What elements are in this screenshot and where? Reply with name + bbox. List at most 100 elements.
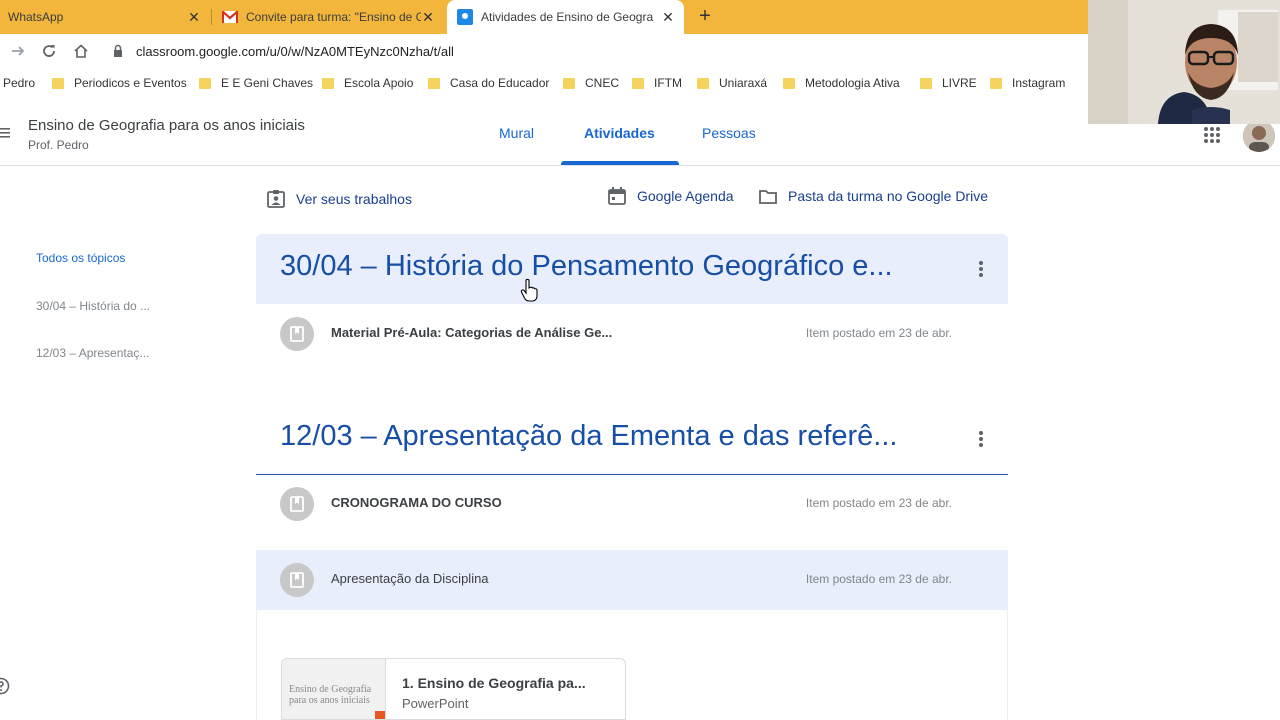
tab-title: WhatsApp	[8, 10, 64, 24]
bookmark-item[interactable]: Instagram	[990, 76, 1065, 90]
list-item-expanded[interactable]: Apresentação da Disciplina Item postado …	[256, 550, 1008, 610]
address-bar[interactable]: classroom.google.com/u/0/w/NzA0MTEyNzc0N…	[110, 38, 454, 64]
tab-gmail-invite[interactable]: Convite para turma: "Ensino de G ✕	[212, 0, 444, 34]
gmail-icon	[221, 10, 239, 23]
bookmark-label: IFTM	[654, 76, 682, 90]
drive-folder-label: Pasta da turma no Google Drive	[788, 188, 988, 204]
close-icon[interactable]: ✕	[186, 9, 202, 25]
lock-icon	[110, 43, 126, 59]
topic-title[interactable]: 12/03 – Apresentação da Ementa e das ref…	[280, 420, 897, 453]
thumbnail-text: Ensino de Geografia para os anos iniciai…	[289, 684, 372, 706]
item-title: Apresentação da Disciplina	[331, 571, 489, 586]
attachment-title: 1. Ensino de Geografia pa...	[402, 675, 586, 691]
bookmark-item[interactable]: CNEC	[563, 76, 619, 90]
class-title[interactable]: Ensino de Geografia para os anos iniciai…	[28, 117, 305, 134]
close-icon[interactable]: ✕	[420, 9, 436, 25]
bookmark-item[interactable]: LIVRE	[920, 76, 977, 90]
bookmark-label: Periodicos e Eventos	[74, 76, 187, 90]
item-date: Item postado em 23 de abr.	[805, 572, 952, 586]
material-icon	[280, 487, 314, 521]
bookmark-item[interactable]: Metodologia Ativa	[783, 76, 900, 90]
topic-header[interactable]: 30/04 – História do Pensamento Geográfic…	[256, 234, 1008, 304]
bookmark-item[interactable]: Uniaraxá	[697, 76, 767, 90]
google-calendar-label: Google Agenda	[637, 188, 734, 204]
apps-grid-icon[interactable]	[1203, 126, 1221, 144]
attachment-thumbnail: Ensino de Geografia para os anos iniciai…	[282, 659, 386, 719]
folder-outline-icon	[759, 190, 777, 204]
assignment-person-icon	[267, 190, 285, 208]
tab-classroom-activities[interactable]: Atividades de Ensino de Geografi ✕	[447, 0, 684, 34]
bookmark-item[interactable]: Casa do Educador	[428, 76, 549, 90]
folder-icon	[783, 77, 795, 89]
view-your-work-label: Ver seus trabalhos	[296, 191, 412, 207]
browser-tab-bar: WhatsApp ✕ Convite para turma: "Ensino d…	[0, 0, 1088, 34]
bookmark-label: Pedro	[3, 76, 36, 90]
folder-icon	[990, 77, 1002, 89]
tab-pessoas[interactable]: Pessoas	[702, 125, 756, 141]
list-item[interactable]: Material Pré-Aula: Categorias de Análise…	[256, 304, 1008, 364]
tab-atividades[interactable]: Atividades	[584, 125, 655, 141]
bookmark-item[interactable]: IFTM	[632, 76, 682, 90]
sidebar-item-topic-1203[interactable]: 12/03 – Apresentaç...	[36, 346, 149, 360]
topic-header[interactable]: 12/03 – Apresentação da Ementa e das ref…	[256, 404, 1008, 474]
bookmark-item[interactable]: Escola Apoio	[322, 76, 413, 90]
folder-icon	[52, 77, 64, 89]
material-icon	[280, 317, 314, 351]
list-item[interactable]: CRONOGRAMA DO CURSO Item postado em 23 d…	[256, 474, 1008, 534]
bookmark-label: Uniaraxá	[719, 76, 768, 90]
url-text: classroom.google.com/u/0/w/NzA0MTEyNzc0N…	[136, 43, 454, 59]
folder-icon	[322, 77, 334, 89]
item-date: Item postado em 23 de abr.	[805, 496, 952, 510]
attachment-type: PowerPoint	[402, 696, 469, 711]
google-calendar-link[interactable]: Google Agenda	[607, 186, 734, 206]
home-icon	[74, 44, 88, 58]
arrow-right-icon	[12, 46, 25, 56]
folder-icon	[428, 77, 440, 89]
hand-cursor-icon	[520, 278, 538, 302]
bookmarks-bar: Pedro Periodicos e Eventos E E Geni Chav…	[0, 68, 1088, 98]
folder-icon	[920, 77, 932, 89]
back-button[interactable]	[8, 41, 28, 61]
avatar[interactable]	[1243, 120, 1275, 152]
bookmark-item[interactable]: E E Geni Chaves	[199, 76, 313, 90]
tab-whatsapp[interactable]: WhatsApp ✕	[0, 0, 210, 34]
classroom-icon	[457, 9, 473, 25]
folder-icon	[632, 77, 644, 89]
close-icon[interactable]: ✕	[660, 9, 676, 25]
bookmark-label: Escola Apoio	[344, 76, 414, 90]
bookmark-item[interactable]: Pedro	[3, 76, 35, 90]
attachment-card[interactable]: Ensino de Geografia para os anos iniciai…	[281, 658, 626, 720]
webcam-video	[1088, 0, 1280, 124]
new-tab-button[interactable]: +	[695, 6, 715, 26]
material-icon	[280, 563, 314, 597]
menu-icon[interactable]	[0, 126, 10, 138]
bookmark-item[interactable]: Periodicos e Eventos	[52, 76, 187, 90]
calendar-icon	[608, 187, 626, 205]
bookmark-label: E E Geni Chaves	[221, 76, 314, 90]
tab-mural[interactable]: Mural	[499, 125, 534, 141]
tab-title: Atividades de Ensino de Geografi	[481, 10, 653, 24]
reload-button[interactable]	[39, 41, 59, 61]
folder-icon	[563, 77, 575, 89]
view-your-work-link[interactable]: Ver seus trabalhos	[266, 189, 412, 209]
item-title: CRONOGRAMA DO CURSO	[331, 495, 502, 510]
class-subtitle: Prof. Pedro	[28, 138, 89, 152]
bookmark-label: LIVRE	[942, 76, 977, 90]
drive-folder-link[interactable]: Pasta da turma no Google Drive	[758, 186, 988, 206]
tab-title: Convite para turma: "Ensino de G	[246, 10, 421, 24]
bookmark-label: Instagram	[1012, 76, 1066, 90]
home-button[interactable]	[71, 41, 91, 61]
more-options-icon[interactable]	[978, 260, 984, 278]
more-options-icon[interactable]	[978, 430, 984, 448]
bookmark-label: Metodologia Ativa	[805, 76, 900, 90]
reload-icon	[43, 45, 55, 57]
active-tab-indicator	[561, 161, 679, 165]
sidebar-item-all-topics[interactable]: Todos os tópicos	[36, 251, 125, 265]
folder-icon	[697, 77, 709, 89]
sidebar-item-topic-3004[interactable]: 30/04 – História do ...	[36, 299, 150, 313]
item-date: Item postado em 23 de abr.	[805, 326, 952, 340]
help-icon[interactable]	[0, 677, 10, 695]
browser-toolbar: classroom.google.com/u/0/w/NzA0MTEyNzc0N…	[0, 34, 1088, 68]
bookmark-label: Casa do Educador	[450, 76, 550, 90]
topic-title[interactable]: 30/04 – História do Pensamento Geográfic…	[280, 250, 893, 283]
